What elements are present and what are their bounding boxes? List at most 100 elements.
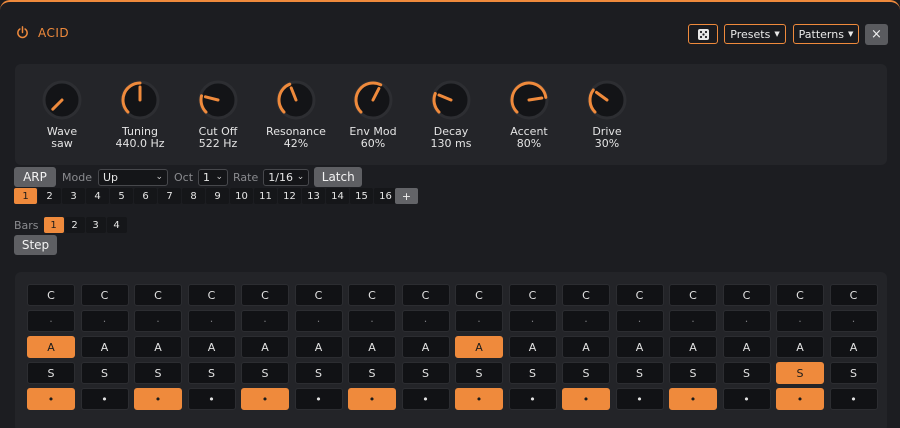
oct-select[interactable]: 1 ⌄ xyxy=(198,168,229,186)
octave-cell[interactable]: · xyxy=(562,310,610,332)
gate-cell[interactable]: • xyxy=(27,388,75,410)
slide-cell[interactable]: S xyxy=(615,362,664,384)
gate-cell[interactable]: • xyxy=(669,388,717,410)
knob-dial[interactable] xyxy=(276,80,316,120)
slide-cell[interactable]: S xyxy=(455,362,503,384)
note-cell[interactable]: C xyxy=(615,284,664,306)
note-cell[interactable]: C xyxy=(776,284,824,306)
slide-cell[interactable]: S xyxy=(348,362,396,384)
note-cell[interactable]: C xyxy=(722,284,771,306)
accent-cell[interactable]: A xyxy=(27,336,75,358)
presets-dropdown[interactable]: Presets ▼ xyxy=(724,24,786,44)
accent-cell[interactable]: A xyxy=(455,336,503,358)
gate-cell[interactable]: • xyxy=(401,388,450,410)
note-cell[interactable]: C xyxy=(241,284,289,306)
slide-cell[interactable]: S xyxy=(722,362,771,384)
latch-button[interactable]: Latch xyxy=(314,167,363,187)
octave-cell[interactable]: · xyxy=(134,310,182,332)
note-cell[interactable]: C xyxy=(562,284,610,306)
gate-cell[interactable]: • xyxy=(187,388,236,410)
note-cell[interactable]: C xyxy=(401,284,450,306)
knob-dial[interactable] xyxy=(198,80,238,120)
octave-cell[interactable]: · xyxy=(669,310,717,332)
knob-cut-off[interactable]: Cut Off 522 Hz xyxy=(178,80,258,150)
octave-cell[interactable]: · xyxy=(27,310,75,332)
slide-cell[interactable]: S xyxy=(80,362,129,384)
octave-cell[interactable]: · xyxy=(241,310,289,332)
note-cell[interactable]: C xyxy=(134,284,182,306)
knob-tuning[interactable]: Tuning 440.0 Hz xyxy=(100,80,180,150)
pattern-step-16[interactable]: 16 xyxy=(374,188,397,204)
knob-dial[interactable] xyxy=(120,80,160,120)
knob-accent[interactable]: Accent 80% xyxy=(489,80,569,150)
gate-cell[interactable]: • xyxy=(80,388,129,410)
gate-cell[interactable]: • xyxy=(829,388,878,410)
slide-cell[interactable]: S xyxy=(27,362,75,384)
accent-cell[interactable]: A xyxy=(829,336,878,358)
pattern-step-14[interactable]: 14 xyxy=(326,188,349,204)
gate-cell[interactable]: • xyxy=(348,388,396,410)
pattern-step-7[interactable]: 7 xyxy=(158,188,181,204)
slide-cell[interactable]: S xyxy=(508,362,557,384)
gate-cell[interactable]: • xyxy=(455,388,503,410)
pattern-step-3[interactable]: 3 xyxy=(62,188,85,204)
mode-select[interactable]: Up ⌄ xyxy=(97,168,168,186)
note-cell[interactable]: C xyxy=(455,284,503,306)
bars-option-3[interactable]: 3 xyxy=(85,217,106,233)
slide-cell[interactable]: S xyxy=(134,362,182,384)
slide-cell[interactable]: S xyxy=(241,362,289,384)
pattern-step-15[interactable]: 15 xyxy=(350,188,373,204)
pattern-step-6[interactable]: 6 xyxy=(134,188,157,204)
knob-drive[interactable]: Drive 30% xyxy=(567,80,647,150)
accent-cell[interactable]: A xyxy=(134,336,182,358)
octave-cell[interactable]: · xyxy=(455,310,503,332)
pattern-step-8[interactable]: 8 xyxy=(182,188,205,204)
gate-cell[interactable]: • xyxy=(134,388,182,410)
accent-cell[interactable]: A xyxy=(241,336,289,358)
knob-wave[interactable]: Wave saw xyxy=(22,80,102,150)
note-cell[interactable]: C xyxy=(829,284,878,306)
accent-cell[interactable]: A xyxy=(348,336,396,358)
slide-cell[interactable]: S xyxy=(187,362,236,384)
knob-dial[interactable] xyxy=(353,80,393,120)
bars-option-1[interactable]: 1 xyxy=(43,217,64,233)
slide-cell[interactable]: S xyxy=(829,362,878,384)
knob-dial[interactable] xyxy=(509,80,549,120)
knob-dial[interactable] xyxy=(431,80,471,120)
slide-cell[interactable]: S xyxy=(669,362,717,384)
randomize-button[interactable] xyxy=(688,24,718,44)
accent-cell[interactable]: A xyxy=(615,336,664,358)
accent-cell[interactable]: A xyxy=(722,336,771,358)
knob-resonance[interactable]: Resonance 42% xyxy=(256,80,336,150)
note-cell[interactable]: C xyxy=(187,284,236,306)
step-button[interactable]: Step xyxy=(14,235,57,255)
knob-decay[interactable]: Decay 130 ms xyxy=(411,80,491,150)
accent-cell[interactable]: A xyxy=(294,336,343,358)
pattern-step-1[interactable]: 1 xyxy=(14,188,37,204)
accent-cell[interactable]: A xyxy=(187,336,236,358)
accent-cell[interactable]: A xyxy=(776,336,824,358)
octave-cell[interactable]: · xyxy=(829,310,878,332)
pattern-step-9[interactable]: 9 xyxy=(206,188,229,204)
gate-cell[interactable]: • xyxy=(722,388,771,410)
accent-cell[interactable]: A xyxy=(80,336,129,358)
accent-cell[interactable]: A xyxy=(401,336,450,358)
pattern-step-11[interactable]: 11 xyxy=(254,188,277,204)
gate-cell[interactable]: • xyxy=(508,388,557,410)
pattern-step-10[interactable]: 10 xyxy=(230,188,253,204)
octave-cell[interactable]: · xyxy=(776,310,824,332)
slide-cell[interactable]: S xyxy=(401,362,450,384)
accent-cell[interactable]: A xyxy=(562,336,610,358)
pattern-step-12[interactable]: 12 xyxy=(278,188,301,204)
power-icon[interactable] xyxy=(16,26,29,39)
arp-button[interactable]: ARP xyxy=(14,167,56,187)
gate-cell[interactable]: • xyxy=(562,388,610,410)
octave-cell[interactable]: · xyxy=(187,310,236,332)
accent-cell[interactable]: A xyxy=(669,336,717,358)
slide-cell[interactable]: S xyxy=(776,362,824,384)
octave-cell[interactable]: · xyxy=(348,310,396,332)
add-pattern-button[interactable]: + xyxy=(395,188,418,204)
gate-cell[interactable]: • xyxy=(615,388,664,410)
rate-select[interactable]: 1/16 ⌄ xyxy=(263,168,310,186)
gate-cell[interactable]: • xyxy=(241,388,289,410)
